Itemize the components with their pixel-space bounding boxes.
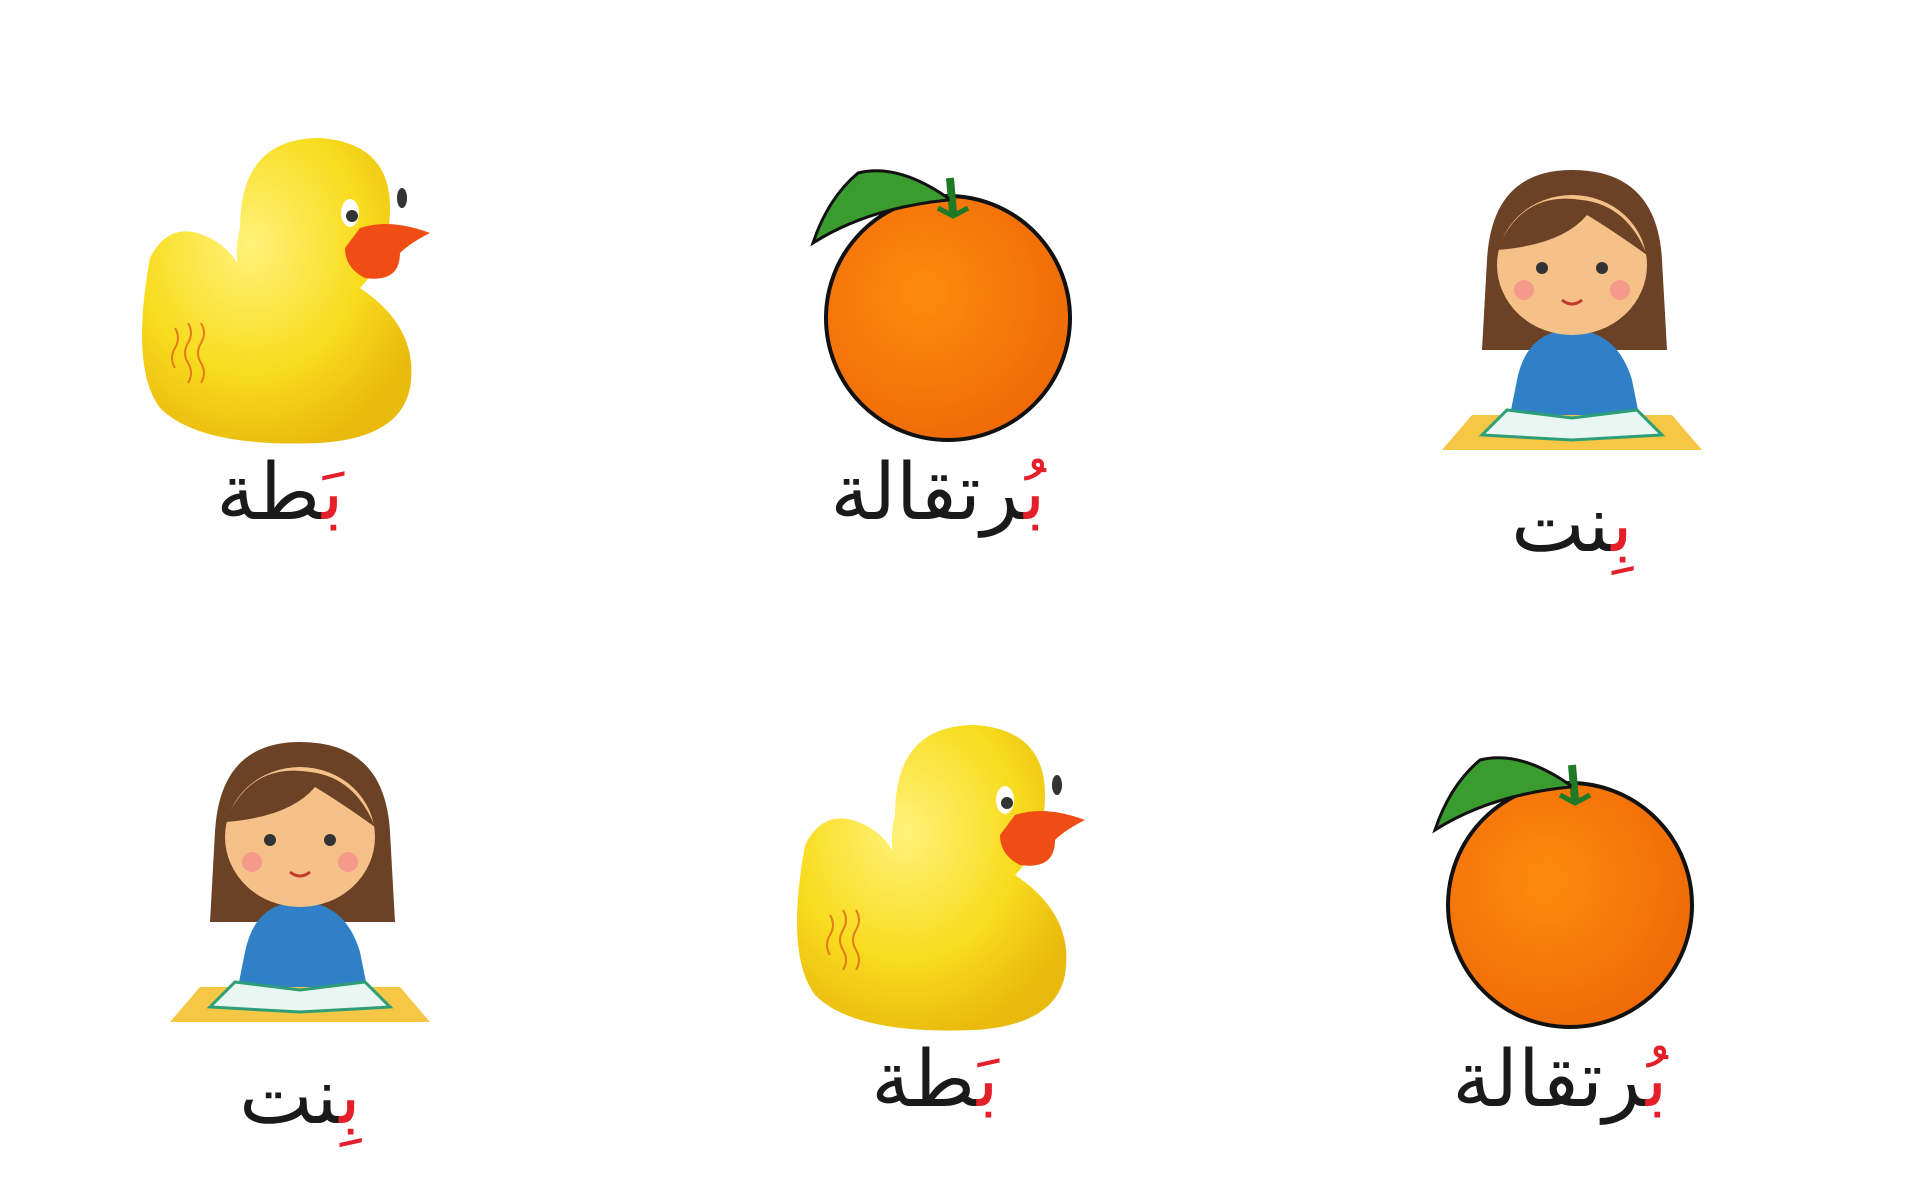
highlighted-letter: بِ‍: [339, 1052, 361, 1142]
duck-picture: [775, 705, 1095, 1035]
word-label: بِ‍‍نت: [239, 1058, 361, 1136]
girl-reading-picture: [1412, 150, 1732, 480]
word-rest: ‍نت: [1511, 480, 1612, 570]
word-card-orange: بُرتقالة: [728, 118, 1148, 598]
word-rest: ‍طة: [871, 1035, 978, 1125]
word-rest: رتقالة: [1452, 1035, 1646, 1125]
word-rest: ‍طة: [216, 448, 323, 538]
word-label: بَ‍‍طة: [216, 454, 344, 532]
word-card-girl: بِ‍‍نت: [90, 722, 510, 1202]
highlighted-letter: بِ‍: [1611, 480, 1633, 570]
word-label: بَ‍‍طة: [871, 1041, 999, 1119]
word-label: بُرتقالة: [1452, 1041, 1667, 1119]
highlighted-letter: بُ: [1023, 448, 1046, 538]
word-card-orange: بُرتقالة: [1350, 705, 1770, 1185]
word-rest: ‍نت: [239, 1052, 340, 1142]
orange-picture: [778, 118, 1098, 448]
word-card-duck: بَ‍‍طة: [70, 118, 490, 598]
girl-reading-picture: [140, 722, 460, 1052]
word-label: بُرتقالة: [830, 454, 1045, 532]
highlighted-letter: بَ‍: [977, 1035, 999, 1125]
duck-picture: [120, 118, 440, 448]
highlighted-letter: بُ: [1645, 1035, 1668, 1125]
word-label: بِ‍‍نت: [1511, 486, 1633, 564]
word-card-girl: بِ‍‍نت: [1362, 150, 1782, 630]
highlighted-letter: بَ‍: [322, 448, 344, 538]
word-rest: رتقالة: [830, 448, 1024, 538]
orange-picture: [1400, 705, 1720, 1035]
word-card-duck: بَ‍‍طة: [725, 705, 1145, 1185]
